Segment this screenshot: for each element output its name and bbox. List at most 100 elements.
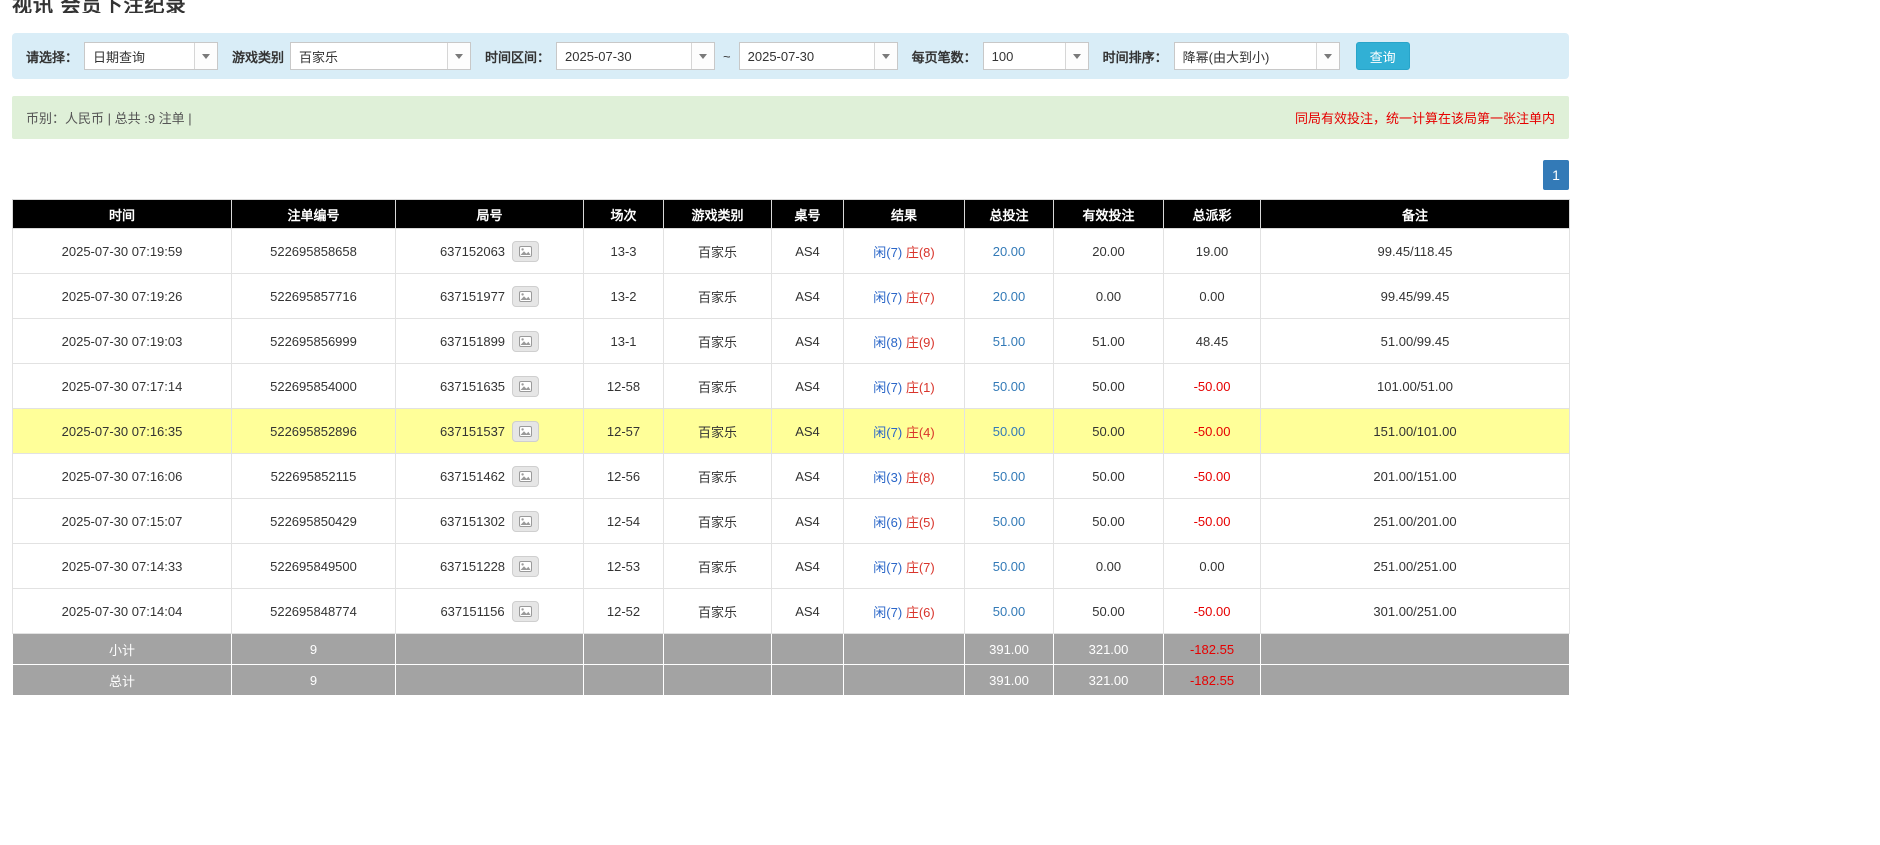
total-bet-link[interactable]: 51.00 — [993, 334, 1026, 349]
game-record-icon[interactable] — [511, 600, 539, 622]
round-number: 637151228 — [439, 558, 506, 574]
cell-session: 12-56 — [583, 453, 664, 499]
subtotal-row: 小计 9 391.00 321.00 -182.55 — [12, 633, 1570, 665]
query-type-value: 日期查询 — [93, 49, 146, 65]
cell-valid-bet: 51.00 — [1053, 318, 1164, 364]
cell-round: 637151635 — [395, 363, 584, 409]
page-size-select[interactable]: 100 — [982, 42, 1089, 70]
total-bet-link[interactable]: 50.00 — [993, 514, 1026, 529]
cell-payout: 48.45 — [1163, 318, 1261, 364]
chevron-down-icon[interactable] — [873, 43, 897, 69]
cell-round: 637151977 — [395, 273, 584, 319]
cell-bet-id: 522695854000 — [231, 363, 396, 409]
column-header: 时间 — [12, 199, 232, 229]
game-record-icon[interactable] — [512, 285, 540, 307]
game-record-icon[interactable] — [512, 420, 540, 442]
date-from-picker[interactable]: 2025-07-30 — [556, 42, 716, 70]
pagination: 1 — [12, 160, 1569, 190]
chevron-down-icon[interactable] — [447, 43, 471, 69]
total-bet-link[interactable]: 20.00 — [993, 289, 1026, 304]
cell-table-no: AS4 — [771, 273, 844, 319]
column-header: 总派彩 — [1163, 199, 1261, 229]
game-record-icon[interactable] — [512, 465, 540, 487]
cell-total-bet: 20.00 — [964, 228, 1054, 274]
round-number: 637151977 — [439, 288, 506, 304]
cell-table-no: AS4 — [771, 228, 844, 274]
date-to-value: 2025-07-30 — [747, 48, 815, 64]
chevron-down-icon[interactable] — [691, 43, 715, 69]
game-record-icon[interactable] — [512, 510, 540, 532]
cell-result: 闲(7) 庄(8) — [843, 228, 965, 274]
page-button-1[interactable]: 1 — [1543, 160, 1569, 190]
cell-game-type: 百家乐 — [663, 453, 772, 499]
chevron-down-icon[interactable] — [1315, 43, 1339, 69]
cell-payout: 0.00 — [1163, 543, 1261, 589]
cell-time: 2025-07-30 07:19:03 — [12, 318, 232, 364]
game-record-icon[interactable] — [512, 330, 540, 352]
time-range-label: 时间区间： — [485, 49, 551, 65]
cell-time: 2025-07-30 07:14:33 — [12, 543, 232, 589]
cell-payout: -50.00 — [1163, 453, 1261, 499]
total-bet-link[interactable]: 50.00 — [993, 559, 1026, 574]
table-footer: 小计 9 391.00 321.00 -182.55 总计 9 391.00 321.00 -18… — [12, 633, 1570, 696]
footer-empty-cell — [583, 633, 664, 665]
cell-session: 13-2 — [583, 273, 664, 319]
footer-empty-cell — [395, 633, 584, 665]
total-bet-link[interactable]: 50.00 — [993, 424, 1026, 439]
total-bet-link[interactable]: 20.00 — [993, 244, 1026, 259]
bet-records-table: 时间 注单编号 局号 场次 游戏类别 桌号 结果 总投注 有效投注 总派彩 备注 2025-07-3… — [12, 199, 1570, 696]
cell-total-bet: 50.00 — [964, 588, 1054, 634]
game-record-icon[interactable] — [512, 375, 540, 397]
query-type-select[interactable]: 日期查询 — [84, 42, 219, 70]
page-size-value: 100 — [991, 48, 1014, 64]
game-record-icon[interactable] — [512, 240, 540, 262]
cell-round: 637151228 — [395, 543, 584, 589]
result-player: 闲(8) — [873, 334, 903, 350]
cell-game-type: 百家乐 — [663, 498, 772, 544]
round-number: 637151537 — [439, 423, 506, 439]
cell-bet-id: 522695849500 — [231, 543, 396, 589]
game-type-value: 百家乐 — [299, 49, 339, 65]
round-number: 637151156 — [440, 603, 505, 619]
table-row: 2025-07-30 07:16:06 522695852115 637151462… — [12, 453, 1570, 499]
chevron-down-icon[interactable] — [1064, 43, 1088, 69]
column-header: 备注 — [1260, 199, 1570, 229]
cell-session: 12-54 — [583, 498, 664, 544]
summary-bar: 币别：人民币 | 总共 :9 注单 | 同局有效投注，统一计算在该局第一张注单内 — [12, 96, 1569, 139]
cell-result: 闲(3) 庄(8) — [843, 453, 965, 499]
search-button[interactable]: 查询 — [1355, 42, 1410, 70]
cell-time: 2025-07-30 07:17:14 — [12, 363, 232, 409]
cell-payout: -50.00 — [1163, 588, 1261, 634]
cell-session: 12-58 — [583, 363, 664, 409]
game-record-icon[interactable] — [512, 555, 540, 577]
sort-order-label: 时间排序： — [1102, 49, 1168, 65]
footer-total-bet: 391.00 — [964, 664, 1054, 696]
total-bet-link[interactable]: 50.00 — [993, 469, 1026, 484]
valid-bet-notice-text: 同局有效投注，统一计算在该局第一张注单内 — [1294, 111, 1555, 126]
cell-table-no: AS4 — [771, 453, 844, 499]
date-to-picker[interactable]: 2025-07-30 — [738, 42, 898, 70]
result-player: 闲(7) — [873, 424, 903, 440]
table-row: 2025-07-30 07:19:59 522695858658 637152063… — [12, 228, 1570, 274]
cell-total-bet: 50.00 — [964, 453, 1054, 499]
total-bet-link[interactable]: 50.00 — [993, 604, 1026, 619]
cell-game-type: 百家乐 — [663, 408, 772, 454]
game-type-select[interactable]: 百家乐 — [290, 42, 472, 70]
filter-bar: 请选择： 日期查询 游戏类别 百家乐 时间区间： 2025-07-30 ~ 20… — [12, 33, 1569, 79]
cell-note: 201.00/151.00 — [1260, 453, 1570, 499]
table-body: 2025-07-30 07:19:59 522695858658 637152063… — [12, 228, 1570, 634]
footer-empty-cell — [663, 633, 772, 665]
cell-valid-bet: 50.00 — [1053, 588, 1164, 634]
column-header: 有效投注 — [1053, 199, 1164, 229]
sort-order-select[interactable]: 降幂(由大到小) — [1173, 42, 1340, 70]
cell-total-bet: 51.00 — [964, 318, 1054, 364]
cell-payout: 0.00 — [1163, 273, 1261, 319]
column-header: 结果 — [843, 199, 965, 229]
total-bet-link[interactable]: 50.00 — [993, 379, 1026, 394]
result-banker: 庄(9) — [905, 334, 935, 350]
cell-valid-bet: 50.00 — [1053, 408, 1164, 454]
chevron-down-icon[interactable] — [194, 43, 218, 69]
cell-round: 637151537 — [395, 408, 584, 454]
cell-time: 2025-07-30 07:15:07 — [12, 498, 232, 544]
result-banker: 庄(8) — [905, 469, 935, 485]
